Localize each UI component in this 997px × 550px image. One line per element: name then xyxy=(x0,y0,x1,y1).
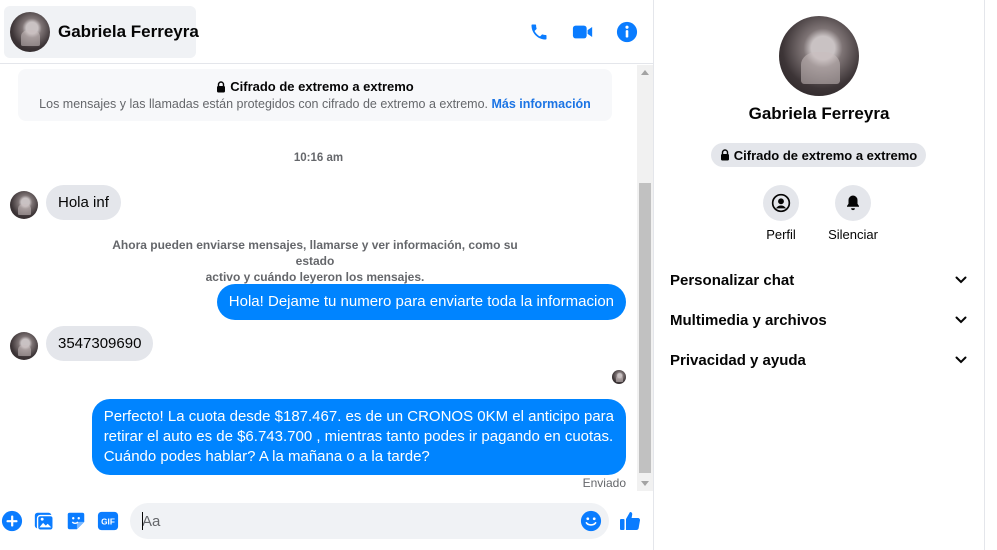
profile-button[interactable]: Perfil xyxy=(746,185,816,242)
mute-button[interactable]: Silenciar xyxy=(818,185,888,242)
encryption-banner-subtitle: Los mensajes y las llamadas están proteg… xyxy=(39,97,591,111)
outgoing-message-bubble[interactable]: Perfecto! La cuota desde $187.467. es de… xyxy=(91,399,626,475)
sender-avatar xyxy=(10,332,38,360)
chat-header: Gabriela Ferreyra xyxy=(0,0,653,64)
video-camera-icon xyxy=(572,25,593,39)
info-contact-name: Gabriela Ferreyra xyxy=(748,104,890,123)
header-contact-name: Gabriela Ferreyra xyxy=(58,22,199,41)
message-input[interactable] xyxy=(130,503,609,539)
sender-avatar xyxy=(10,191,38,219)
gif-button[interactable]: GIF xyxy=(96,509,120,533)
thumbs-up-icon xyxy=(620,512,641,531)
window-edge xyxy=(984,0,997,550)
attach-photo-button[interactable] xyxy=(32,509,56,533)
encryption-banner: Cifrado de extremo a extremo Los mensaje… xyxy=(18,69,612,121)
message-scrollbar[interactable] xyxy=(637,65,653,491)
send-like-button[interactable] xyxy=(618,509,642,533)
header-actions xyxy=(525,16,641,48)
incoming-message-bubble[interactable]: Hola inf xyxy=(46,185,121,220)
chevron-down-icon xyxy=(955,316,967,324)
incoming-message-bubble[interactable]: 3547309690 xyxy=(46,326,154,361)
emoji-icon xyxy=(580,510,602,532)
encryption-pill[interactable]: Cifrado de extremo a extremo xyxy=(711,143,926,167)
seen-receipt-avatar xyxy=(612,370,626,384)
profile-icon xyxy=(771,193,791,213)
chat-pane: Gabriela Ferreyra Cifrado de extremo a e… xyxy=(0,0,653,550)
message-composer: GIF xyxy=(0,497,653,545)
system-notice: Ahora pueden enviarse mensajes, llamarse… xyxy=(112,238,518,284)
sticker-button[interactable] xyxy=(64,509,88,533)
svg-text:GIF: GIF xyxy=(101,518,115,527)
photo-icon xyxy=(34,512,54,531)
more-actions-button[interactable] xyxy=(0,509,24,533)
chevron-down-icon xyxy=(955,356,967,364)
scroll-up-arrow[interactable] xyxy=(641,70,649,75)
lock-icon xyxy=(217,80,226,92)
info-icon xyxy=(616,21,638,43)
sticker-icon xyxy=(67,512,85,530)
section-media-files[interactable]: Multimedia y archivos xyxy=(662,300,976,340)
section-customize-chat[interactable]: Personalizar chat xyxy=(662,260,976,300)
plus-circle-icon xyxy=(1,510,23,532)
message-timestamp: 10:16 am xyxy=(293,152,344,164)
phone-call-button[interactable] xyxy=(525,16,553,48)
lock-icon xyxy=(720,149,729,161)
video-call-button[interactable] xyxy=(569,16,597,48)
section-privacy-help[interactable]: Privacidad y ayuda xyxy=(662,340,976,380)
conversation-info-panel: Gabriela Ferreyra Cifrado de extremo a e… xyxy=(654,0,984,550)
message-status: Enviado xyxy=(582,476,626,490)
phone-icon xyxy=(531,24,547,40)
more-info-link[interactable]: Más información xyxy=(492,97,591,111)
scroll-down-arrow[interactable] xyxy=(641,481,649,486)
info-avatar[interactable] xyxy=(779,16,859,96)
conversation-info-button[interactable] xyxy=(613,16,641,48)
contact-avatar xyxy=(10,12,50,52)
chevron-down-icon xyxy=(955,276,967,284)
encryption-banner-title: Cifrado de extremo a extremo xyxy=(18,79,612,94)
text-caret xyxy=(142,512,143,530)
bell-icon xyxy=(847,195,859,211)
outgoing-message-bubble[interactable]: Hola! Dejame tu numero para enviarte tod… xyxy=(216,284,626,320)
header-contact-button[interactable]: Gabriela Ferreyra xyxy=(4,6,199,58)
emoji-button[interactable] xyxy=(579,509,603,533)
gif-icon: GIF xyxy=(97,511,119,531)
message-list: Cifrado de extremo a extremo Los mensaje… xyxy=(0,65,637,491)
scroll-thumb[interactable] xyxy=(639,183,651,473)
